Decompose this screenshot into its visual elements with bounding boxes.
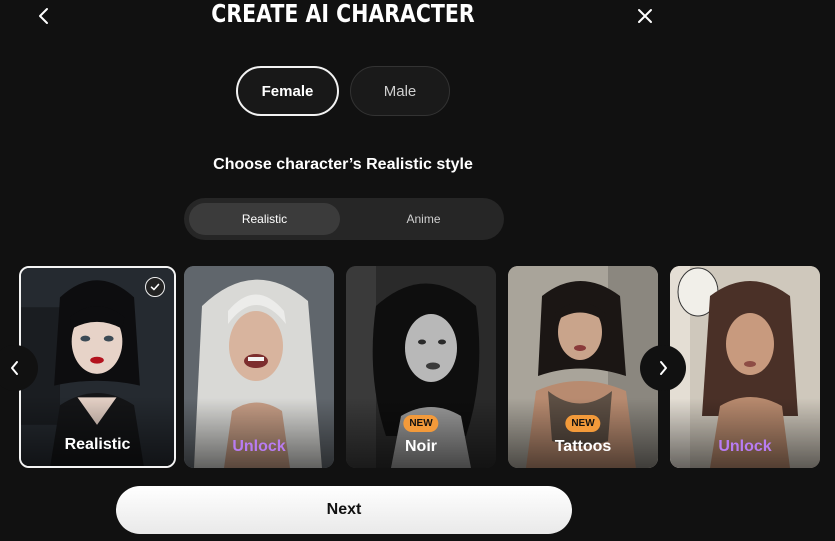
style-card-noir[interactable]: NEW Noir (346, 266, 496, 468)
style-card-tattoos[interactable]: NEW Tattoos (508, 266, 658, 468)
card-shade (346, 398, 496, 468)
new-badge: NEW (403, 415, 439, 432)
card-shade (508, 398, 658, 468)
gender-male-button[interactable]: Male (350, 66, 450, 116)
page-title: CREATE AI CHARACTER (211, 0, 475, 28)
style-card-realistic[interactable]: Realistic (19, 266, 176, 468)
card-label: Noir (405, 438, 437, 455)
back-button[interactable] (30, 2, 58, 30)
card-label: Unlock (718, 438, 772, 455)
card-label: Tattoos (554, 438, 612, 455)
tab-anime[interactable]: Anime (348, 203, 499, 235)
chevron-left-icon (11, 361, 18, 375)
card-shade (670, 398, 820, 468)
close-icon (638, 9, 652, 23)
chevron-right-icon (660, 361, 667, 375)
card-shade (184, 398, 334, 468)
next-button[interactable]: Next (116, 486, 572, 534)
style-toggle: Realistic Anime (184, 198, 504, 240)
style-card-locked-1[interactable]: Unlock (184, 266, 334, 468)
style-card-locked-2[interactable]: Unlock (670, 266, 820, 468)
tab-realistic[interactable]: Realistic (189, 203, 340, 235)
card-shade (21, 396, 174, 466)
close-button[interactable] (631, 2, 659, 30)
new-badge: NEW (565, 415, 601, 432)
gender-female-button[interactable]: Female (236, 66, 339, 116)
card-label: Realistic (64, 436, 131, 453)
card-label: Unlock (232, 438, 286, 455)
chevron-left-icon (39, 8, 48, 24)
selected-check-icon (145, 277, 165, 297)
carousel-next-button[interactable] (640, 345, 686, 391)
style-prompt: Choose character’s Realistic style (213, 156, 473, 173)
